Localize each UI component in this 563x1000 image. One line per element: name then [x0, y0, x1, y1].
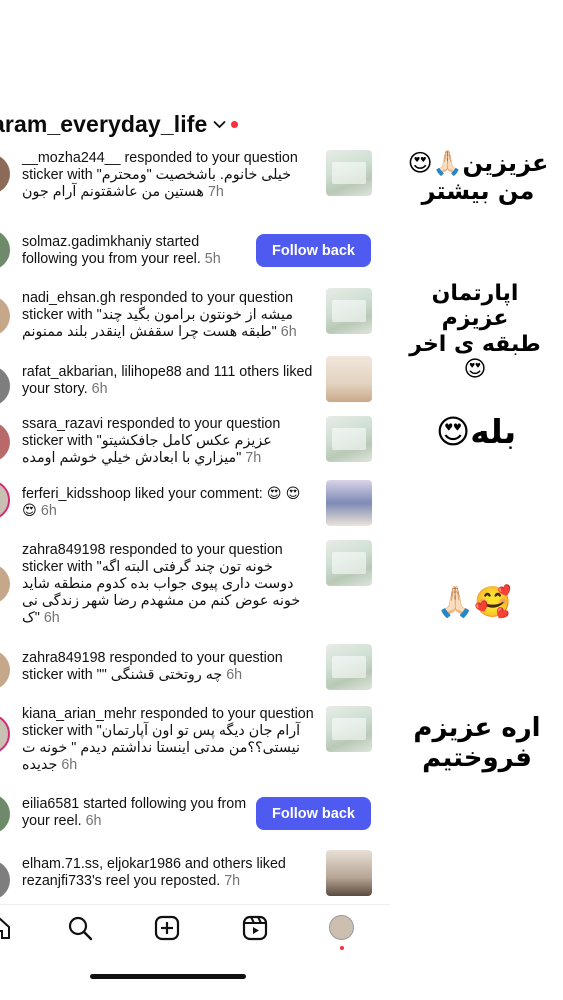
- story-thumbnail[interactable]: [326, 416, 372, 462]
- bottom-navigation: [0, 904, 390, 954]
- notification-time: 6h: [226, 667, 243, 683]
- follow-back-button[interactable]: Follow back: [256, 234, 371, 267]
- story-thumbnail[interactable]: [326, 356, 372, 402]
- avatar[interactable]: [0, 714, 10, 754]
- story-sticker-1: عزیزین🙏🏻😍 من بیشتر: [404, 144, 552, 218]
- story-thumbnail[interactable]: [326, 150, 372, 196]
- avatar[interactable]: [0, 154, 10, 194]
- notification-user[interactable]: rafat_akbarian, lilihope88: [22, 364, 182, 380]
- notification-time: 6h: [280, 324, 297, 340]
- notification-text: kiana_arian_mehr responded to your quest…: [22, 706, 314, 774]
- notification-text: __mozha244__ responded to your question …: [22, 150, 314, 201]
- notifications-screen: aram_everyday_life __mozha244__ responde…: [0, 94, 390, 1000]
- create-post-icon[interactable]: [154, 915, 180, 941]
- notification-dot: [231, 120, 239, 128]
- account-username[interactable]: aram_everyday_life: [0, 111, 207, 138]
- header: aram_everyday_life: [0, 106, 239, 142]
- notification-text: zahra849198 responded to your question s…: [22, 542, 314, 627]
- reel-thumbnail[interactable]: [326, 850, 372, 896]
- home-icon[interactable]: [0, 915, 12, 941]
- story-thumbnail[interactable]: [326, 540, 372, 586]
- avatar[interactable]: [0, 480, 10, 520]
- notification-time: 6h: [85, 813, 102, 829]
- avatar[interactable]: [0, 564, 10, 604]
- chevron-down-icon[interactable]: [213, 120, 226, 129]
- follow-back-button[interactable]: Follow back: [256, 797, 371, 830]
- story-thumbnail[interactable]: [326, 288, 372, 334]
- notification-user[interactable]: zahra849198: [22, 542, 105, 558]
- avatar[interactable]: [0, 296, 10, 336]
- profile-avatar[interactable]: [329, 915, 354, 940]
- story-sticker-4: 🥰🙏🏻: [436, 585, 512, 620]
- notification-user[interactable]: ssara_razavi: [22, 416, 103, 432]
- notification-time: 6h: [40, 503, 57, 519]
- story-thumbnail[interactable]: [326, 644, 372, 690]
- notification-user[interactable]: nadi_ehsan.gh: [22, 290, 116, 306]
- notification-text: ssara_razavi responded to your question …: [22, 416, 314, 467]
- notification-text: nadi_ehsan.gh responded to your question…: [22, 290, 314, 341]
- notification-user[interactable]: elham.71.ss, eljokar1986: [22, 856, 181, 872]
- notification-user[interactable]: solmaz.gadimkhaniy: [22, 234, 152, 250]
- notification-user[interactable]: kiana_arian_mehr: [22, 706, 136, 722]
- notification-time: 6h: [43, 610, 60, 626]
- notification-text: ferferi_kidsshoop liked your comment: 😍 …: [22, 486, 314, 520]
- reels-icon[interactable]: [242, 915, 268, 941]
- notification-user[interactable]: zahra849198: [22, 650, 105, 666]
- story-thumbnail[interactable]: [326, 706, 372, 752]
- notification-time: 6h: [61, 757, 78, 773]
- search-icon[interactable]: [67, 915, 93, 941]
- story-sticker-2: اپارتمان عزیزم طبقه ی اخر😍: [398, 276, 552, 382]
- notification-text: rafat_akbarian, lilihope88 and 111 other…: [22, 364, 314, 398]
- notification-quote: چه روتختی قشنگی ": [101, 667, 223, 683]
- avatar[interactable]: [0, 230, 10, 270]
- notification-time: 7h: [245, 450, 262, 466]
- notification-time: 5h: [204, 251, 221, 267]
- home-indicator[interactable]: [90, 974, 246, 979]
- avatar[interactable]: [0, 650, 10, 690]
- notification-text: eilia6581 started following you from you…: [22, 796, 247, 830]
- avatar[interactable]: [0, 366, 10, 406]
- avatar[interactable]: [0, 794, 10, 834]
- avatar[interactable]: [0, 422, 10, 462]
- notification-text: solmaz.gadimkhaniy started following you…: [22, 234, 247, 268]
- avatar[interactable]: [0, 860, 10, 900]
- notification-text: zahra849198 responded to your question s…: [22, 650, 314, 684]
- notification-text: elham.71.ss, eljokar1986 and others like…: [22, 856, 314, 890]
- notification-time: 7h: [207, 184, 224, 200]
- notification-user[interactable]: __mozha244__: [22, 150, 121, 166]
- post-thumbnail[interactable]: [326, 480, 372, 526]
- notification-user[interactable]: eilia6581: [22, 796, 79, 812]
- notification-time: 6h: [91, 381, 108, 397]
- profile-notification-dot: [340, 946, 344, 950]
- notification-time: 7h: [224, 873, 241, 889]
- story-sticker-3: بله😍: [420, 403, 532, 465]
- story-sticker-5: اره عزیزم فروختیم: [408, 708, 546, 784]
- notification-user[interactable]: ferferi_kidsshoop: [22, 486, 131, 502]
